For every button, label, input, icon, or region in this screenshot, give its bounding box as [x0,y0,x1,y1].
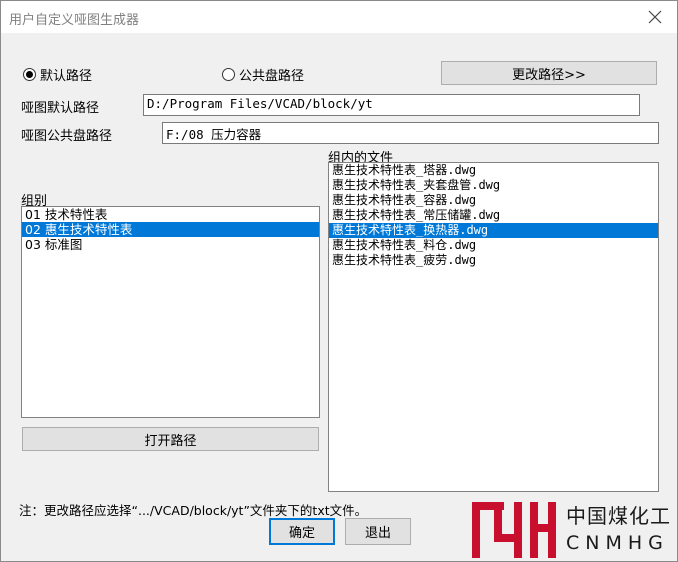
title-bar: 用户自定义哑图生成器 [1,1,677,33]
dialog-window: 用户自定义哑图生成器 默认路径 公共盘路径 更改路径>> 哑图默认路径 D:/P… [0,0,678,562]
watermark-text-en: CNMHG [566,532,669,554]
close-icon[interactable] [641,5,669,29]
default-path-field[interactable]: D:/Program Files/VCAD/block/yt [143,94,640,116]
groups-list-item[interactable]: 01 技术特性表 [22,207,319,222]
files-list-item[interactable]: 惠生技术特性表_料仓.dwg [329,238,658,253]
radio-public-label: 公共盘路径 [239,69,305,84]
default-path-label: 哑图默认路径 [21,101,100,116]
window-title: 用户自定义哑图生成器 [9,13,140,28]
radio-public-indicator[interactable] [222,68,235,81]
open-path-button[interactable]: 打开路径 [22,427,319,451]
radio-default-indicator[interactable] [23,68,36,81]
files-list-item[interactable]: 惠生技术特性表_容器.dwg [329,193,658,208]
exit-button[interactable]: 退出 [345,518,411,545]
watermark: 中国煤化工 CNMHG [466,494,678,562]
files-list-item[interactable]: 惠生技术特性表_疲劳.dwg [329,253,658,268]
radio-default-label: 默认路径 [40,69,93,84]
files-list-item[interactable]: 惠生技术特性表_夹套盘管.dwg [329,178,658,193]
path-note: 注：更改路径应选择“.../VCAD/block/yt”文件夹下的txt文件。 [19,503,368,518]
radio-public-path[interactable]: 公共盘路径 [222,65,304,84]
change-path-button[interactable]: 更改路径>> [441,61,657,85]
groups-list-item[interactable]: 02 惠生技术特性表 [22,222,319,237]
files-list-item[interactable]: 惠生技术特性表_常压储罐.dwg [329,208,658,223]
public-path-field[interactable]: F:/08 压力容器 [162,122,659,144]
groups-list-item[interactable]: 03 标准图 [22,237,319,252]
ok-button[interactable]: 确定 [269,518,335,545]
files-list-item[interactable]: 惠生技术特性表_塔器.dwg [329,163,658,178]
watermark-logo-icon [472,502,556,558]
groups-listbox[interactable]: 01 技术特性表 02 惠生技术特性表 03 标准图 [21,206,320,418]
public-path-label: 哑图公共盘路径 [21,129,113,144]
watermark-text-cn: 中国煤化工 [566,504,671,528]
files-list-item[interactable]: 惠生技术特性表_换热器.dwg [329,223,658,238]
close-icon-glyph [648,10,662,24]
group-files-listbox[interactable]: 惠生技术特性表_塔器.dwg 惠生技术特性表_夹套盘管.dwg 惠生技术特性表_容器… [328,162,659,492]
radio-default-path[interactable]: 默认路径 [23,65,92,84]
